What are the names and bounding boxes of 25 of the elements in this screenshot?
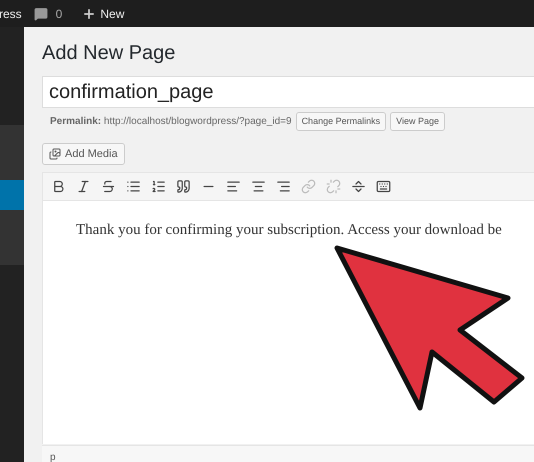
italic-icon[interactable] [76,179,91,194]
strikethrough-icon[interactable] [101,179,116,194]
read-more-icon[interactable] [351,179,366,194]
editor-text: Thank you for confirming your subscription. Access your download be [76,221,503,240]
permalink-text: Permalink: http://localhost/blogwordpress/?page_id=9 [50,115,292,129]
quote-icon[interactable] [176,179,191,194]
comment-count[interactable]: 0 [56,4,62,22]
page-heading: Add New Page [42,41,176,65]
add-media-button[interactable]: Add Media [42,143,125,165]
plus-icon[interactable] [82,6,96,20]
align-right-icon[interactable] [276,179,291,194]
path-text: p [50,452,56,462]
numbered-list-icon[interactable] [151,179,166,194]
permalink-button[interactable]: Change Permalinks [296,112,386,131]
comment-icon[interactable] [34,6,48,20]
permalink-button[interactable]: View Page [390,112,445,131]
site-name[interactable]: ress [0,4,22,22]
keyboard-icon[interactable] [376,179,391,194]
media-icon [49,148,61,160]
new-link[interactable]: New [100,4,124,22]
bullet-list-icon[interactable] [126,179,141,194]
align-center-icon[interactable] [251,179,266,194]
title-field[interactable]: confirmation_page [42,76,534,108]
bold-icon[interactable] [51,179,66,194]
align-left-icon[interactable] [226,179,241,194]
